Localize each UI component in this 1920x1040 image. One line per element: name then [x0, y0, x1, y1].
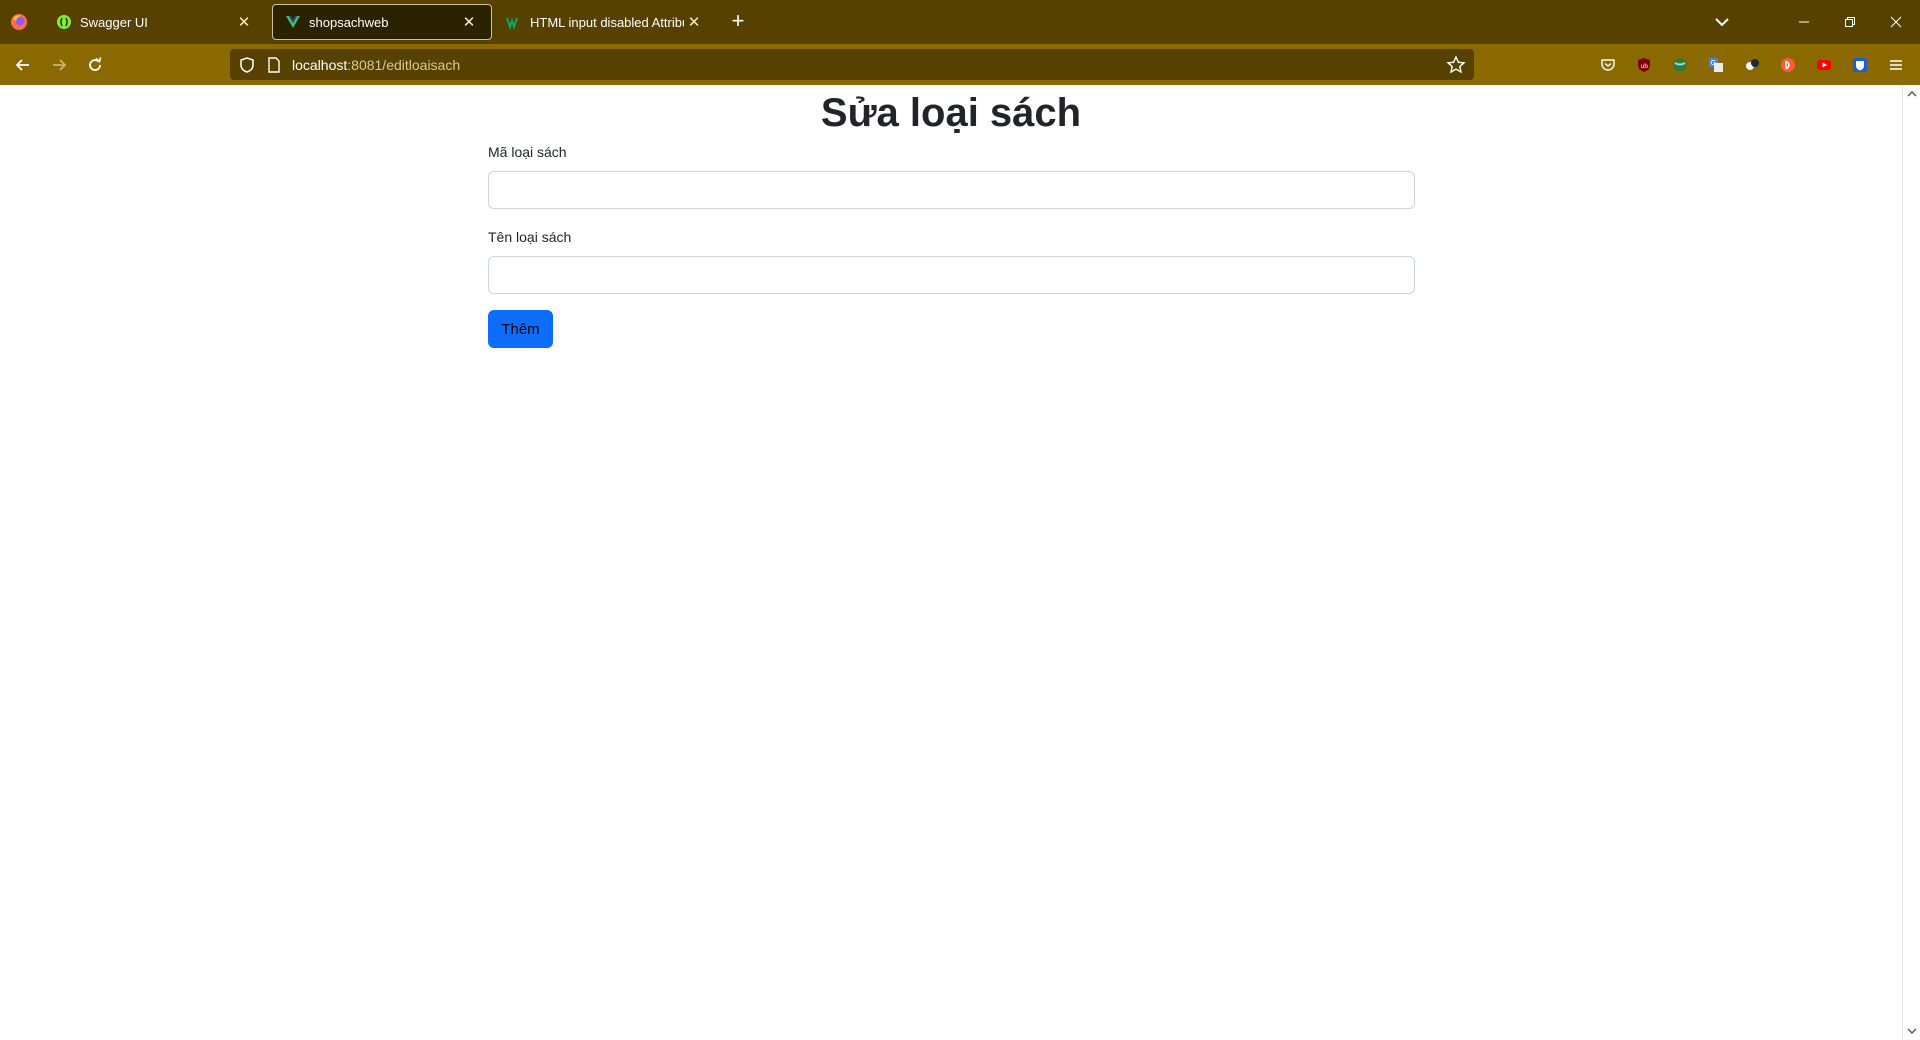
translate-icon[interactable]: G: [1706, 55, 1726, 75]
ma-loai-sach-input[interactable]: [488, 171, 1415, 209]
shield-icon[interactable]: [238, 56, 256, 74]
tab-shopsachweb[interactable]: shopsachweb ✕: [272, 4, 492, 40]
reload-icon[interactable]: [82, 52, 108, 78]
hamburger-menu-icon[interactable]: [1886, 55, 1906, 75]
close-tab-icon[interactable]: ✕: [684, 12, 704, 32]
youtube-icon[interactable]: [1814, 55, 1834, 75]
url-text[interactable]: localhost:8081/editloaisach: [292, 57, 460, 73]
back-arrow-icon[interactable]: [10, 52, 36, 78]
navigation-toolbar: localhost:8081/editloaisach ub G: [0, 44, 1920, 85]
idm-integration-icon[interactable]: [1778, 55, 1798, 75]
scroll-down-icon[interactable]: [1907, 1026, 1917, 1036]
svg-text:ub: ub: [1641, 63, 1649, 70]
vue-icon: [285, 14, 301, 30]
firefox-menu-icon[interactable]: [10, 13, 28, 31]
window-close-icon[interactable]: [1882, 8, 1910, 36]
tab-title: HTML input disabled Attribute: [530, 14, 684, 30]
page-content: Sửa loại sách Mã loại sách Tên loại sách…: [0, 85, 1902, 1040]
forward-arrow-icon[interactable]: [46, 52, 72, 78]
tab-title: Swagger UI: [80, 14, 148, 30]
svg-text:G: G: [1711, 59, 1716, 67]
url-path: :8081/editloaisach: [347, 57, 461, 73]
ma-loai-sach-label: Mã loại sách: [488, 144, 567, 160]
url-host: localhost: [292, 57, 348, 73]
pocket-icon[interactable]: [1598, 55, 1618, 75]
restore-icon[interactable]: [1836, 8, 1864, 36]
chevron-down-icon[interactable]: [1710, 10, 1734, 34]
ublock-origin-icon[interactable]: ub: [1634, 55, 1654, 75]
w3schools-icon: [506, 14, 522, 30]
minimize-icon[interactable]: [1790, 8, 1818, 36]
page-info-icon[interactable]: [266, 56, 282, 74]
ten-loai-sach-label: Tên loại sách: [488, 229, 572, 245]
bookmark-star-icon[interactable]: [1446, 55, 1466, 75]
submit-button[interactable]: Thêm: [488, 310, 553, 348]
scroll-up-icon[interactable]: [1907, 89, 1917, 99]
close-tab-icon[interactable]: ✕: [459, 12, 479, 32]
tab-title: shopsachweb: [309, 14, 389, 30]
tab-strip: Swagger UI ✕ shopsachweb ✕ HTML input di…: [0, 0, 1920, 44]
bitwarden-icon[interactable]: [1850, 55, 1870, 75]
address-bar[interactable]: localhost:8081/editloaisach: [230, 49, 1474, 80]
tab-html-input-disabled[interactable]: HTML input disabled Attribute ✕: [494, 4, 716, 40]
vertical-scrollbar[interactable]: [1902, 85, 1920, 1040]
swagger-icon: [56, 14, 72, 30]
ten-loai-sach-input[interactable]: [488, 256, 1415, 294]
dark-reader-icon[interactable]: [1742, 55, 1762, 75]
tab-swagger-ui[interactable]: Swagger UI ✕: [44, 4, 266, 40]
close-tab-icon[interactable]: ✕: [234, 12, 254, 32]
page-title: Sửa loại sách: [820, 91, 1082, 135]
new-tab-icon[interactable]: +: [726, 10, 750, 34]
globe-extension-icon[interactable]: [1670, 55, 1690, 75]
